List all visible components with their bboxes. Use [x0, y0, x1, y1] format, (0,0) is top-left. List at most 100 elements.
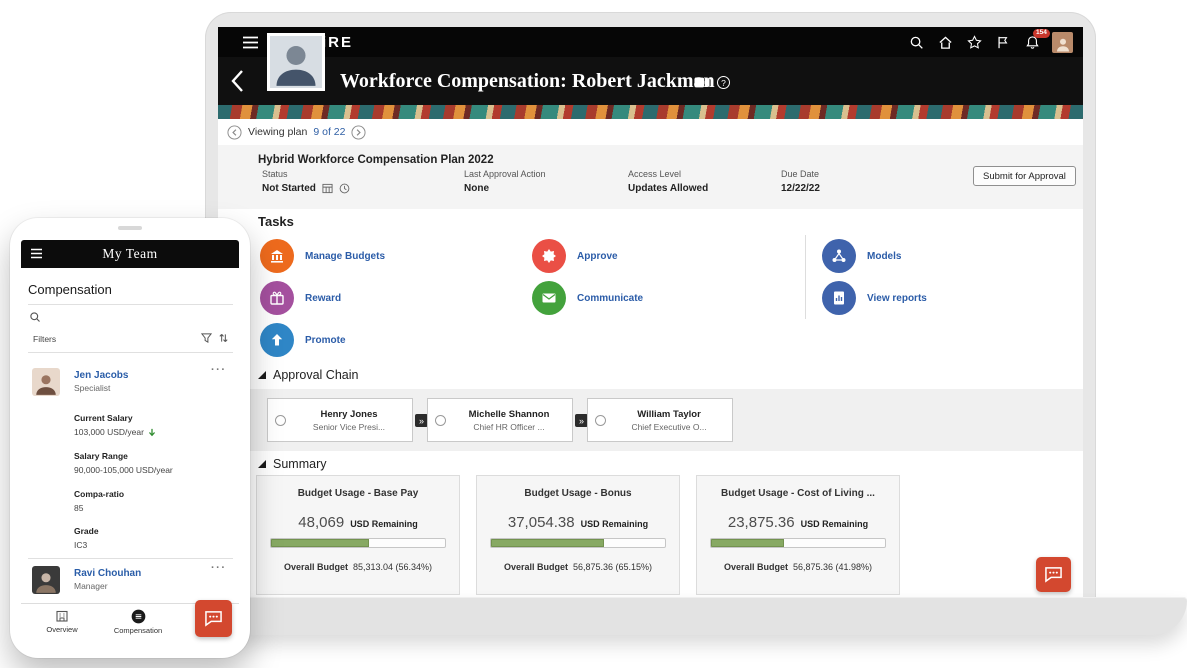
field-value: None	[464, 183, 489, 194]
employee-name-link[interactable]: Ravi Chouhan	[74, 568, 141, 579]
detail-label: Current Salary	[74, 413, 133, 423]
task-label: Reward	[305, 293, 341, 304]
divider	[28, 304, 233, 305]
task-promote[interactable]: Promote	[260, 323, 346, 357]
radio-icon[interactable]	[435, 415, 446, 426]
help-icon[interactable]	[717, 76, 730, 89]
tasks-divider	[805, 235, 806, 319]
plan-field-access-level: Access Level Updates Allowed	[628, 169, 708, 194]
chat-button[interactable]	[195, 600, 232, 637]
decorative-pattern-strip	[218, 105, 1083, 119]
filter-funnel-icon[interactable]	[201, 332, 212, 344]
remaining-amount: 48,069	[298, 514, 344, 531]
overall-budget-value: 85,313.04 (56.34%)	[353, 562, 432, 572]
task-label: View reports	[867, 293, 927, 304]
approver-card[interactable]: Michelle Shannon Chief HR Officer ...	[427, 398, 573, 442]
task-view-reports[interactable]: View reports	[822, 281, 927, 315]
budget-progress-bar	[490, 538, 666, 548]
overflow-menu-icon[interactable]	[211, 562, 227, 574]
overall-budget-value: 56,875.36 (65.15%)	[573, 562, 652, 572]
viewing-plan-label: Viewing plan	[248, 126, 307, 138]
user-avatar[interactable]	[1052, 32, 1073, 53]
phone-speaker	[118, 226, 142, 230]
detail-value: 85	[74, 503, 83, 513]
budget-card-title: Budget Usage - Base Pay	[257, 488, 459, 499]
submit-for-approval-button[interactable]: Submit for Approval	[973, 166, 1076, 186]
approver-card[interactable]: William Taylor Chief Executive O...	[587, 398, 733, 442]
tasks-heading: Tasks	[258, 214, 294, 229]
field-value: Updates Allowed	[628, 183, 708, 194]
report-document-icon	[822, 281, 856, 315]
remaining-amount: 37,054.38	[508, 514, 575, 531]
field-label: Status	[262, 169, 350, 179]
collapse-triangle-icon	[258, 460, 266, 468]
sort-icon[interactable]	[218, 332, 229, 344]
notifications-bell-icon[interactable]: 154	[1023, 33, 1041, 51]
plan-field-status: Status Not Started	[262, 169, 350, 194]
topbar-actions: 154	[907, 27, 1073, 57]
approval-chain-heading[interactable]: Approval Chain	[258, 368, 358, 382]
task-reward[interactable]: Reward	[260, 281, 341, 315]
tab-overview[interactable]: Overview	[35, 609, 89, 634]
approver-title: Chief Executive O...	[613, 422, 725, 432]
overview-icon	[55, 609, 69, 623]
salary-trend-icon	[148, 428, 156, 437]
budget-progress-fill	[711, 539, 784, 547]
hamburger-menu-icon[interactable]	[242, 36, 259, 49]
employee-name-link[interactable]: Jen Jacobs	[74, 370, 128, 381]
plan-count[interactable]: 9 of 22	[313, 126, 345, 138]
next-plan-icon[interactable]	[351, 125, 366, 140]
video-icon[interactable]	[694, 77, 710, 88]
home-icon[interactable]	[936, 33, 954, 51]
radio-icon[interactable]	[275, 415, 286, 426]
phone-header: My Team	[21, 240, 239, 268]
collapse-triangle-icon	[258, 371, 266, 379]
search-icon[interactable]	[29, 311, 41, 323]
approver-card[interactable]: Henry Jones Senior Vice Presi...	[267, 398, 413, 442]
task-approve[interactable]: Approve	[532, 239, 618, 273]
title-action-icons	[694, 76, 730, 89]
budget-card-base-pay: Budget Usage - Base Pay 48,069 USD Remai…	[256, 475, 460, 595]
filters-label[interactable]: Filters	[33, 334, 56, 344]
employee-role: Manager	[74, 581, 108, 591]
task-label: Approve	[577, 251, 618, 262]
field-label: Last Approval Action	[464, 169, 546, 179]
budget-progress-bar	[710, 538, 886, 548]
plan-field-last-approval: Last Approval Action None	[464, 169, 546, 194]
employee-photo-avatar	[267, 33, 325, 91]
task-communicate[interactable]: Communicate	[532, 281, 643, 315]
search-icon[interactable]	[907, 33, 925, 51]
tab-compensation[interactable]: Compensation	[103, 609, 173, 635]
budget-progress-fill	[491, 539, 604, 547]
approver-title: Chief HR Officer ...	[453, 422, 565, 432]
summary-heading[interactable]: Summary	[258, 457, 326, 471]
phone-section-title: Compensation	[28, 282, 112, 297]
detail-label: Salary Range	[74, 451, 128, 461]
status-clock-icon[interactable]	[339, 183, 350, 194]
approval-chain-panel: Henry Jones Senior Vice Presi... Michell…	[218, 389, 1083, 451]
worksheet-grid-icon[interactable]	[322, 183, 333, 194]
detail-value: 103,000 USD/year	[74, 427, 156, 437]
back-button[interactable]	[230, 69, 244, 93]
task-models[interactable]: Models	[822, 239, 901, 273]
overall-budget-label: Overall Budget	[504, 562, 568, 572]
plan-pagination: Viewing plan 9 of 22	[218, 119, 1083, 145]
flag-icon[interactable]	[994, 33, 1012, 51]
detail-value-text: 90,000-105,000 USD/year	[74, 465, 173, 475]
task-manage-budgets[interactable]: Manage Budgets	[260, 239, 385, 273]
overall-budget-label: Overall Budget	[724, 562, 788, 572]
budget-card-title: Budget Usage - Cost of Living ...	[697, 488, 899, 499]
overflow-menu-icon[interactable]	[211, 364, 227, 376]
previous-plan-icon[interactable]	[227, 125, 242, 140]
chat-button[interactable]	[1036, 557, 1071, 592]
starburst-icon	[532, 239, 566, 273]
favorites-star-icon[interactable]	[965, 33, 983, 51]
page-title: Workforce Compensation: Robert Jackman	[340, 70, 715, 93]
detail-value-text: 85	[74, 503, 83, 513]
radio-icon[interactable]	[595, 415, 606, 426]
tab-label: Overview	[46, 625, 77, 634]
laptop-base	[231, 597, 1187, 635]
budget-card-title: Budget Usage - Bonus	[477, 488, 679, 499]
hamburger-menu-icon[interactable]	[30, 248, 43, 259]
desktop-screen: iNSPiRE 154	[218, 27, 1083, 607]
